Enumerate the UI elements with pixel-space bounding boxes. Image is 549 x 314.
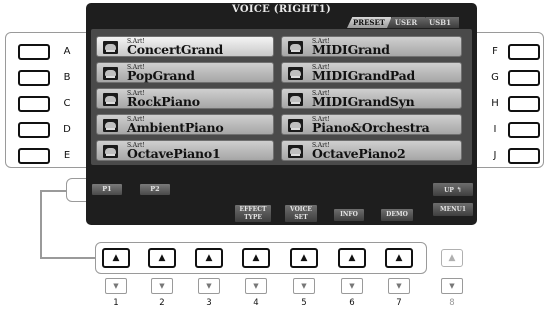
piano-icon [288,41,303,54]
page-p1-button[interactable]: P1 [92,184,122,195]
voice-name: MIDIGrandPad [312,68,416,83]
side-button-d[interactable] [18,122,50,138]
piano-icon [288,67,303,80]
connector-line [40,190,42,258]
piano-icon [103,67,118,80]
up-button-1[interactable]: ▲ [102,248,130,268]
side-label-e: E [63,150,71,161]
up-button-8[interactable]: ▲ [441,249,463,267]
side-label-d: D [63,124,71,135]
piano-icon [288,119,303,132]
down-button-1[interactable]: ▼ [105,278,127,294]
down-button-3[interactable]: ▼ [198,278,220,294]
voice-item-midigrand[interactable]: S.Art! MIDIGrand [281,36,462,57]
side-button-c[interactable] [18,96,50,112]
info-button[interactable]: INFO [334,209,364,221]
side-label-c: C [63,98,71,109]
voice-name: MIDIGrand [312,42,390,57]
piano-icon [288,145,303,158]
side-label-a: A [63,46,71,57]
demo-button[interactable]: DEMO [381,209,413,221]
connector-line [40,257,96,259]
button-number-2: 2 [159,298,165,308]
piano-icon [103,119,118,132]
tab-preset[interactable]: PRESET [347,17,391,28]
side-button-i[interactable] [508,122,540,138]
side-button-j[interactable] [508,148,540,164]
piano-icon [103,93,118,106]
side-button-b[interactable] [18,70,50,86]
voice-name: RockPiano [127,94,200,109]
voice-set-label-line1: VOICE [290,206,312,213]
voice-name: Piano&Orchestra [312,120,430,135]
button-number-1: 1 [113,298,119,308]
voice-set-label-line2: SET [294,214,308,221]
side-label-f: F [492,46,498,57]
voice-item-ambientpiano[interactable]: S.Art! AmbientPiano [96,114,274,135]
voice-item-midigrandpad[interactable]: S.Art! MIDIGrandPad [281,62,462,83]
side-label-h: H [491,98,499,109]
voice-name: PopGrand [127,68,195,83]
side-button-h[interactable] [508,96,540,112]
voice-item-concertgrand[interactable]: S.Art! ConcertGrand [96,36,274,57]
piano-icon [103,145,118,158]
down-button-2[interactable]: ▼ [151,278,173,294]
side-button-f[interactable] [508,44,540,60]
voice-item-rockpiano[interactable]: S.Art! RockPiano [96,88,274,109]
up-button-2[interactable]: ▲ [148,248,176,268]
folder-up-icon: ↰ [455,185,462,194]
tab-user[interactable]: USER [387,17,425,28]
side-button-a[interactable] [18,44,50,60]
button-number-6: 6 [349,298,355,308]
button-number-3: 3 [206,298,212,308]
voice-name: OctavePiano2 [312,146,406,161]
lcd-screen: VOICE (RIGHT1) PRESET USER USB1 S.Art! C… [86,3,477,225]
effect-type-label-line2: TYPE [244,214,262,221]
button-number-4: 4 [253,298,259,308]
piano-icon [288,93,303,106]
effect-type-label-line1: EFFECT [239,206,267,213]
voice-name: MIDIGrandSyn [312,94,415,109]
up-button-3[interactable]: ▲ [195,248,223,268]
effect-type-button[interactable]: EFFECT TYPE [235,205,271,222]
voice-name: ConcertGrand [127,42,224,57]
screen-title: VOICE (RIGHT1) [231,4,332,15]
up-label: UP [444,187,454,194]
up-button-6[interactable]: ▲ [338,248,366,268]
up-button-7[interactable]: ▲ [385,248,413,268]
up-folder-button[interactable]: UP ↰ [433,183,473,196]
tab-usb1[interactable]: USB1 [421,17,459,28]
button-number-5: 5 [301,298,307,308]
voice-item-piano-orchestra[interactable]: S.Art! Piano&Orchestra [281,114,462,135]
side-button-e[interactable] [18,148,50,164]
voice-item-octavepiano1[interactable]: S.Art! OctavePiano1 [96,140,274,161]
down-button-6[interactable]: ▼ [341,278,363,294]
voice-item-midigrandsyn[interactable]: S.Art! MIDIGrandSyn [281,88,462,109]
side-button-g[interactable] [508,70,540,86]
voice-set-button[interactable]: VOICE SET [285,205,317,222]
voice-name: AmbientPiano [127,120,224,135]
button-number-7: 7 [396,298,402,308]
voice-item-popgrand[interactable]: S.Art! PopGrand [96,62,274,83]
side-label-b: B [63,72,71,83]
voice-name: OctavePiano1 [127,146,221,161]
side-label-i: I [493,124,497,135]
side-label-j: J [493,150,497,161]
down-button-8[interactable]: ▼ [441,278,463,294]
up-button-4[interactable]: ▲ [242,248,270,268]
up-button-5[interactable]: ▲ [290,248,318,268]
piano-icon [103,41,118,54]
down-button-4[interactable]: ▼ [245,278,267,294]
down-button-7[interactable]: ▼ [388,278,410,294]
down-button-5[interactable]: ▼ [293,278,315,294]
page-p2-button[interactable]: P2 [140,184,170,195]
button-number-8: 8 [449,298,455,308]
menu1-button[interactable]: MENU1 [433,203,473,216]
connector-line [40,190,67,192]
voice-item-octavepiano2[interactable]: S.Art! OctavePiano2 [281,140,462,161]
side-label-g: G [491,72,499,83]
